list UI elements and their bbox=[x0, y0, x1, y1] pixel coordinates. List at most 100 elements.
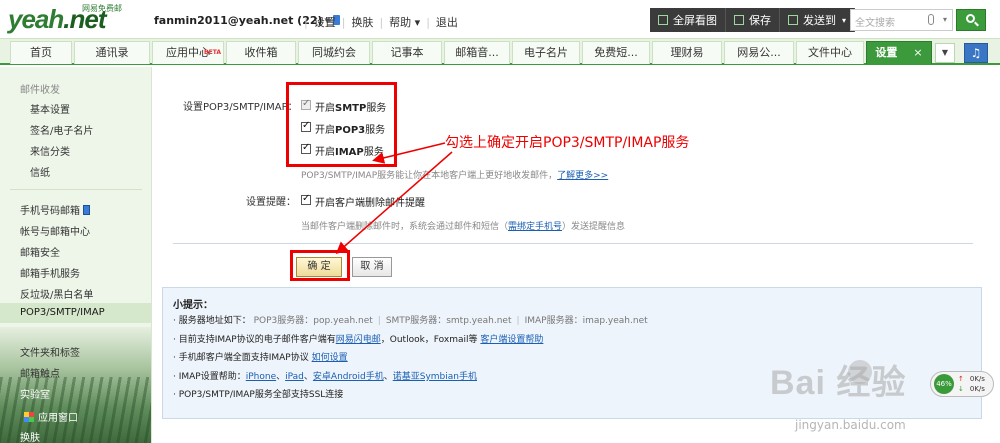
tip-text: · 手机邮客户端全面支持IMAP协议 bbox=[173, 353, 309, 363]
symbian-help-link[interactable]: 诺基亚Symbian手机 bbox=[393, 372, 477, 382]
tab-home[interactable]: 首页 bbox=[10, 41, 72, 64]
divider: | bbox=[304, 16, 308, 29]
ipad-help-link[interactable]: iPad bbox=[285, 372, 304, 382]
delete-remind-checkbox[interactable] bbox=[301, 193, 311, 205]
flash-mail-link[interactable]: 网易闪电邮 bbox=[336, 335, 381, 345]
network-speed-widget[interactable]: 46% ↑ 0K/s ↓ 0K/s bbox=[930, 371, 994, 397]
tip-ssl: · POP3/SMTP/IMAP服务全部支持SSL连接 bbox=[173, 390, 344, 400]
tab-label: 文件中心 bbox=[808, 46, 852, 59]
tab-mail-music[interactable]: 邮箱音... bbox=[444, 41, 510, 64]
sidebar-divider bbox=[10, 189, 142, 190]
annotation-text: 勾选上确定开启POP3/SMTP/IMAP服务 bbox=[445, 135, 690, 151]
sidebar-item-folders-labels[interactable]: 文件夹和标签 bbox=[20, 344, 80, 359]
sidebar-item-signature[interactable]: 签名/电子名片 bbox=[30, 122, 93, 137]
settings-link[interactable]: 设置 bbox=[314, 16, 336, 29]
tip-text: ，Outlook，Foxmail等 bbox=[380, 335, 478, 345]
annotation-box-ok bbox=[290, 250, 350, 281]
microphone-icon[interactable] bbox=[928, 14, 934, 25]
phone-icon bbox=[83, 205, 90, 215]
search-input[interactable]: 全文搜索 ▾ bbox=[850, 9, 953, 31]
settings-sidebar: 邮件收发 基本设置 签名/电子名片 来信分类 信纸 手机号码邮箱 帐号与邮箱中心… bbox=[0, 67, 152, 443]
app-window-label: 应用窗口 bbox=[38, 413, 78, 424]
sidebar-item-pop3-smtp-imap[interactable]: POP3/SMTP/IMAP bbox=[0, 303, 151, 323]
save-button[interactable]: 保存 bbox=[726, 8, 780, 32]
music-note-icon: ♫ bbox=[970, 46, 982, 60]
chevron-down-icon: ▾ bbox=[842, 15, 847, 25]
pop-setting-label: 设置POP3/SMTP/IMAP： bbox=[183, 102, 298, 113]
remind-hint-text: 当邮件客户端删除邮件时，系统会通过邮件和短信（ bbox=[301, 222, 509, 232]
sidebar-item-skin[interactable]: 换肤 bbox=[20, 429, 40, 443]
divider: | bbox=[516, 316, 520, 326]
app-window-button[interactable]: 应用窗口 bbox=[24, 409, 78, 424]
skin-link[interactable]: 换肤 bbox=[351, 16, 373, 29]
how-to-setup-link[interactable]: 如何设置 bbox=[312, 353, 348, 363]
search-button[interactable] bbox=[956, 9, 986, 31]
tab-notepad[interactable]: 记事本 bbox=[372, 41, 442, 64]
tab-settings[interactable]: 设置 × bbox=[866, 41, 932, 64]
music-player-button[interactable]: ♫ bbox=[964, 43, 988, 63]
watermark: Bai 经验 bbox=[770, 364, 907, 402]
logo-tagline: 网易免费邮 bbox=[82, 4, 122, 13]
pop-hint-text: POP3/SMTP/IMAP服务能让你在本地客户端上更好地收发邮件， bbox=[301, 171, 558, 181]
arrow-up-icon: ↑ bbox=[958, 375, 964, 383]
tab-label: 记事本 bbox=[390, 46, 424, 59]
bind-phone-link[interactable]: 需绑定手机号 bbox=[508, 222, 562, 232]
form-divider bbox=[173, 243, 973, 244]
pop-hint: POP3/SMTP/IMAP服务能让你在本地客户端上更好地收发邮件，了解更多>> bbox=[301, 168, 608, 181]
tab-label: 理财易 bbox=[670, 46, 704, 59]
divider: | bbox=[377, 316, 381, 326]
search-icon-handle bbox=[974, 21, 979, 27]
tab-ecard[interactable]: 电子名片 bbox=[512, 41, 580, 64]
sidebar-item-label: 手机号码邮箱 bbox=[20, 206, 80, 217]
annotation-box-options bbox=[286, 82, 397, 167]
sidebar-item-lab[interactable]: 实验室 bbox=[20, 386, 50, 401]
android-help-link[interactable]: 安卓Android手机 bbox=[313, 372, 384, 382]
sidebar-item-phone-mailbox[interactable]: 手机号码邮箱 bbox=[20, 202, 90, 217]
tab-app-center[interactable]: 应用中心 BETA bbox=[152, 41, 224, 64]
tab-local-dating[interactable]: 同城约会 bbox=[298, 41, 370, 64]
tab-inbox[interactable]: 收件箱 bbox=[226, 41, 296, 64]
send-to-button[interactable]: 发送到 ▾ bbox=[780, 8, 856, 32]
help-link[interactable]: 帮助 bbox=[389, 16, 411, 29]
remind-hint: 当邮件客户端删除邮件时，系统会通过邮件和短信（需绑定手机号）发送提醒信息 bbox=[301, 219, 625, 232]
sidebar-item-antispam[interactable]: 反垃圾/黑白名单 bbox=[20, 286, 93, 301]
arrow-down-icon: ↓ bbox=[958, 385, 964, 393]
fullscreen-icon bbox=[658, 15, 668, 25]
close-icon[interactable]: × bbox=[913, 46, 922, 59]
delete-remind-option: 开启客户端删除邮件提醒 bbox=[315, 198, 425, 209]
download-speed-value: 0K/s bbox=[969, 385, 985, 393]
learn-more-link[interactable]: 了解更多>> bbox=[557, 171, 608, 181]
save-icon bbox=[734, 15, 744, 25]
sidebar-item-basic-settings[interactable]: 基本设置 bbox=[30, 101, 70, 116]
tab-finance[interactable]: 理财易 bbox=[652, 41, 722, 64]
smtp-server: SMTP服务器：smtp.yeah.net bbox=[385, 316, 512, 326]
remind-setting-label: 设置提醒： bbox=[246, 197, 296, 208]
chevron-down-icon[interactable]: ▾ bbox=[943, 15, 947, 24]
tip-mobile: · 手机邮客户端全面支持IMAP协议 如何设置 bbox=[173, 350, 348, 363]
sidebar-item-account-center[interactable]: 帐号与邮箱中心 bbox=[20, 223, 90, 238]
tab-label: 电子名片 bbox=[524, 46, 568, 59]
iphone-help-link[interactable]: iPhone bbox=[246, 372, 276, 382]
tab-label: 同城约会 bbox=[312, 46, 356, 59]
sidebar-item-mail-touchpoints[interactable]: 邮箱触点 bbox=[20, 365, 60, 380]
client-setup-help-link[interactable]: 客户端设置帮助 bbox=[480, 335, 543, 345]
sidebar-item-security[interactable]: 邮箱安全 bbox=[20, 244, 60, 259]
tab-overflow-button[interactable]: ▼ bbox=[935, 43, 955, 63]
send-icon bbox=[788, 15, 798, 25]
logo-main: yeah bbox=[8, 4, 64, 34]
fullscreen-view-button[interactable]: 全屏看图 bbox=[650, 8, 726, 32]
sidebar-item-mobile-service[interactable]: 邮箱手机服务 bbox=[20, 265, 80, 280]
tip-text: · 目前支持IMAP协议的电子邮件客户端有 bbox=[173, 335, 336, 345]
sidebar-item-mail-filter[interactable]: 来信分类 bbox=[30, 143, 70, 158]
watermark-url: jingyan.baidu.com bbox=[795, 418, 906, 432]
top-links: | 设置 | 换肤 | 帮助 ▾ | 退出 bbox=[298, 14, 458, 30]
tip-servers: · 服务器地址如下： POP3服务器：pop.yeah.net | SMTP服务器：… bbox=[173, 313, 648, 326]
cancel-button[interactable]: 取 消 bbox=[352, 257, 392, 277]
tab-free-sms[interactable]: 免费短... bbox=[582, 41, 650, 64]
tab-file-center[interactable]: 文件中心 bbox=[796, 41, 864, 64]
upload-speed: ↑ 0K/s bbox=[958, 375, 985, 383]
tab-contacts[interactable]: 通讯录 bbox=[74, 41, 150, 64]
tab-netease-public[interactable]: 网易公... bbox=[724, 41, 794, 64]
sidebar-item-stationery[interactable]: 信纸 bbox=[30, 164, 50, 179]
logout-link[interactable]: 退出 bbox=[436, 16, 458, 29]
